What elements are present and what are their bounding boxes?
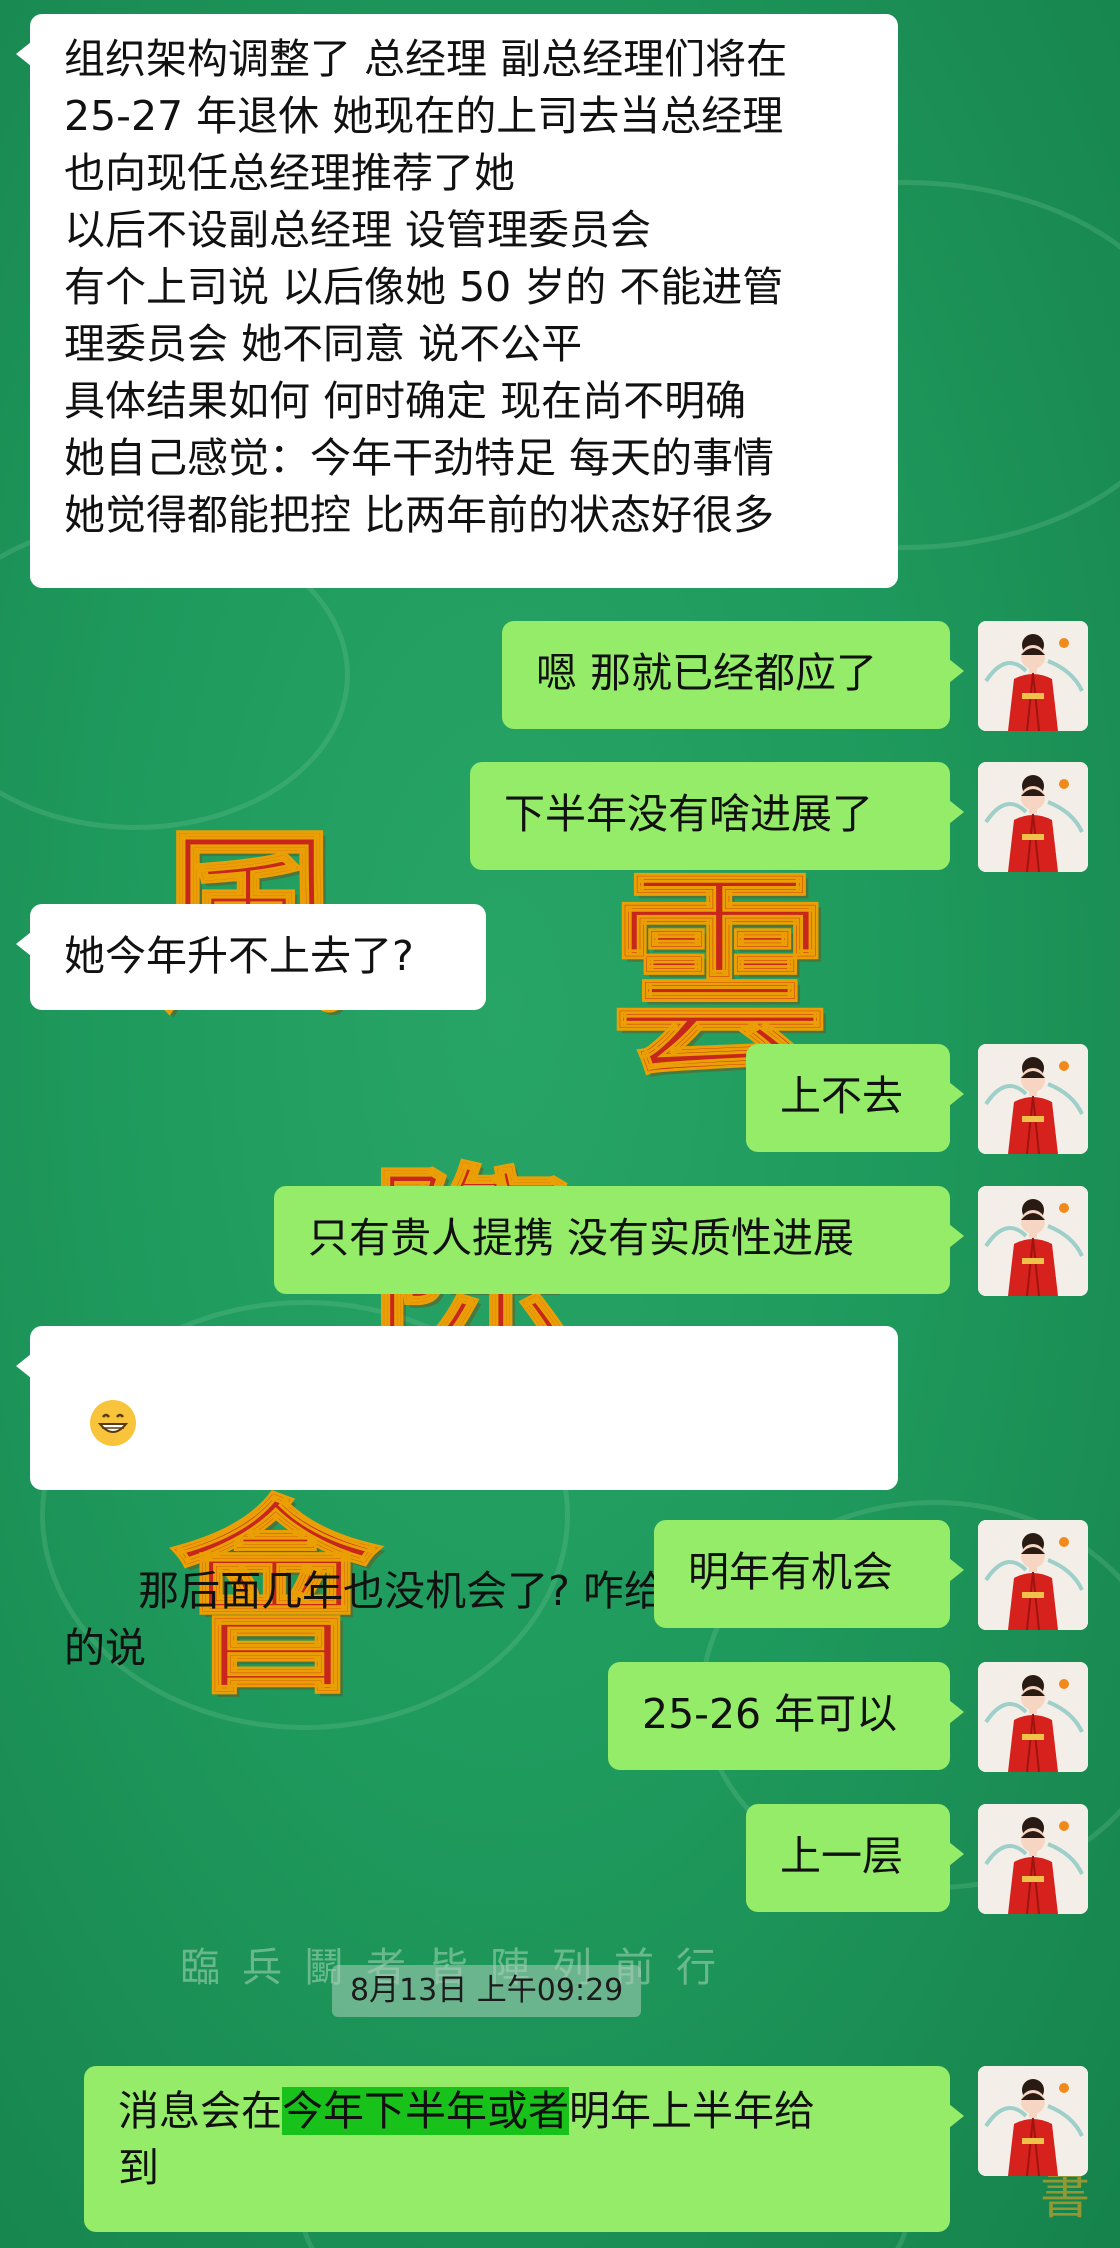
highlighted-text[interactable]: 今年下半年或者 [282,2087,569,2135]
message-bubble-outgoing[interactable]: 上一层 [746,1804,964,1912]
avatar-red-robed-woman-icon [978,1520,1088,1630]
message-bubble-outgoing[interactable]: 嗯 那就已经都应了 [502,621,964,729]
message-bubble-outgoing[interactable]: 只有贵人提携 没有实质性进展 [274,1186,964,1294]
avatar[interactable] [978,621,1088,731]
avatar-red-robed-woman-icon [978,1186,1088,1296]
avatar[interactable] [978,1662,1088,1772]
avatar[interactable] [978,2066,1088,2176]
avatar-red-robed-woman-icon [978,762,1088,872]
avatar-red-robed-woman-icon [978,621,1088,731]
message-text: 消息会在 [118,2087,282,2135]
message-bubble-outgoing[interactable]: 上不去 [746,1044,964,1152]
avatar[interactable] [978,1520,1088,1630]
avatar-red-robed-woman-icon [978,1662,1088,1772]
avatar-red-robed-woman-icon [978,1044,1088,1154]
avatar-red-robed-woman-icon [978,1804,1088,1914]
avatar[interactable] [978,1186,1088,1296]
message-timestamp: 8月13日 上午09:29 [332,1965,642,2017]
message-bubble-outgoing[interactable]: 25-26 年可以 [608,1662,964,1770]
avatar-red-robed-woman-icon [978,2066,1088,2176]
avatar[interactable] [978,1044,1088,1154]
message-bubble-incoming[interactable]: 组织架构调整了 总经理 副总经理们将在 25-27 年退休 她现在的上司去当总经… [16,14,898,588]
message-bubble-outgoing[interactable]: 明年有机会 [654,1520,964,1628]
message-bubble-incoming[interactable]: 那后面几年也没机会了? 咋给她 委婉 的说 [16,1326,898,1672]
avatar[interactable] [978,762,1088,872]
message-bubble-outgoing[interactable]: 消息会在今年下半年或者明年上半年给 到 [84,2066,964,2232]
avatar[interactable] [978,1804,1088,1914]
message-bubble-incoming[interactable]: 她今年升不上去了? [16,904,486,1010]
message-bubble-outgoing[interactable]: 下半年没有啥进展了 [470,762,964,870]
grinning-face-icon [90,1400,137,1446]
